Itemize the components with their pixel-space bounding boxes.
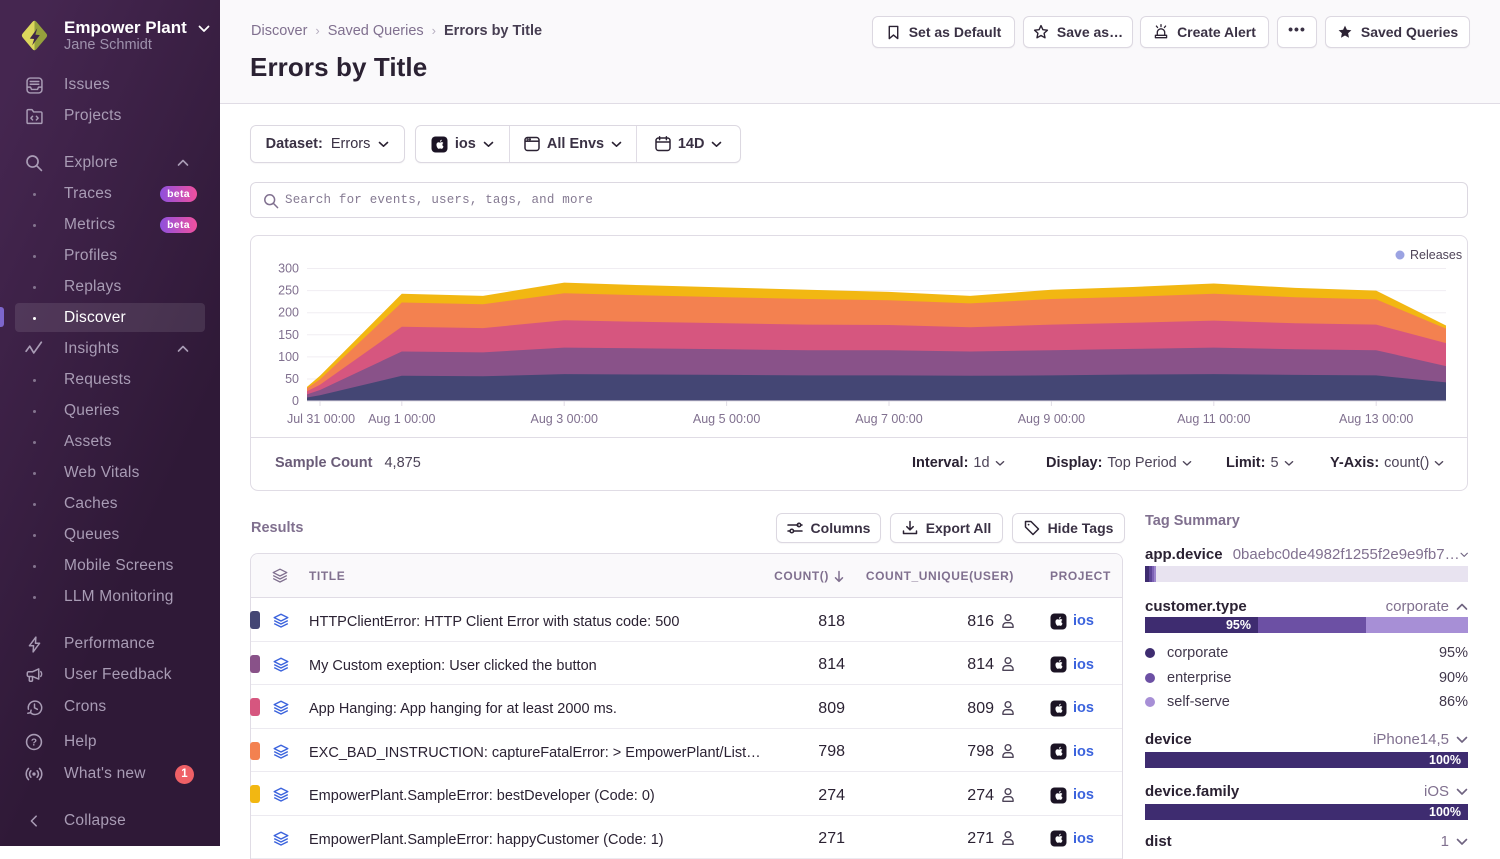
svg-text:?: ? — [31, 738, 37, 749]
svg-text:150: 150 — [278, 328, 299, 342]
svg-text:Releases: Releases — [1410, 248, 1462, 262]
svg-text:Aug 5 00:00: Aug 5 00:00 — [693, 412, 760, 426]
svg-text:Aug 11 00:00: Aug 11 00:00 — [1177, 412, 1250, 426]
svg-text:Aug 13 00:00: Aug 13 00:00 — [1339, 412, 1413, 426]
svg-text:Aug 7 00:00: Aug 7 00:00 — [855, 412, 922, 426]
svg-text:100: 100 — [278, 350, 299, 364]
svg-text:Aug 3 00:00: Aug 3 00:00 — [530, 412, 597, 426]
svg-text:250: 250 — [278, 284, 299, 298]
svg-text:200: 200 — [278, 306, 299, 320]
svg-text:50: 50 — [285, 372, 299, 386]
svg-text:0: 0 — [292, 394, 299, 408]
svg-text:Aug 9 00:00: Aug 9 00:00 — [1018, 412, 1085, 426]
svg-text:Jul 31 00:00: Jul 31 00:00 — [287, 412, 355, 426]
svg-text:300: 300 — [278, 262, 299, 276]
svg-text:Aug 1 00:00: Aug 1 00:00 — [368, 412, 435, 426]
